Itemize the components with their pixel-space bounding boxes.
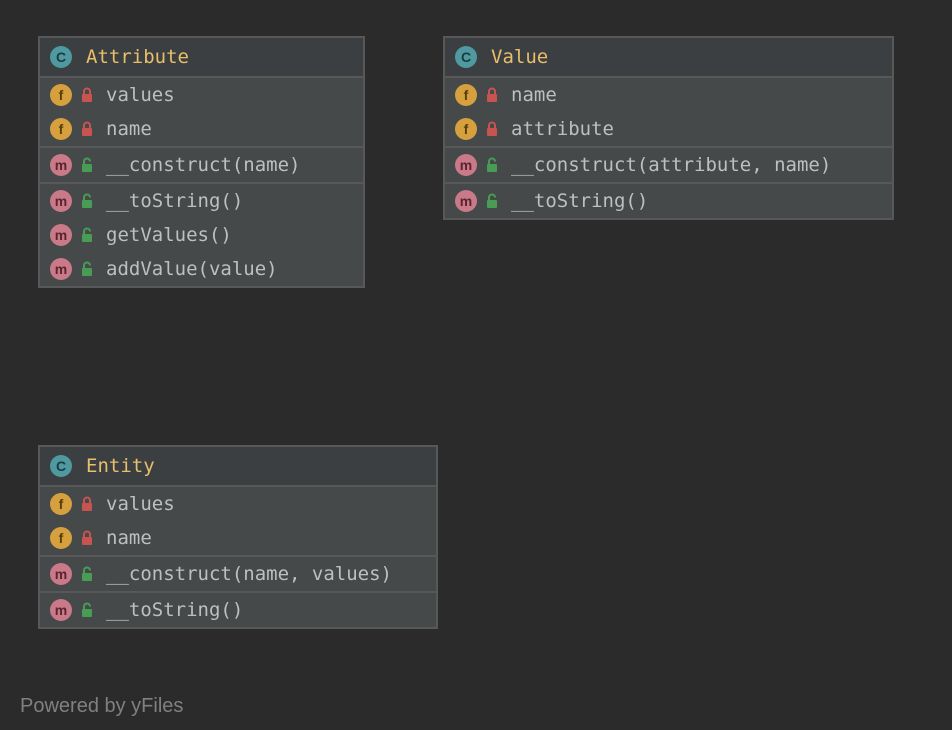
methods-section: m __toString() (40, 593, 436, 627)
class-box-value: CValuefnamefattributem__construct(attrib… (443, 36, 894, 220)
field-row: f name (40, 112, 363, 146)
class-icon: C (50, 46, 72, 68)
member-label: __toString() (511, 190, 648, 212)
methods-section: m__toString()mgetValues()maddValue(value… (40, 184, 363, 286)
lock-icon (80, 495, 96, 513)
member-label: __toString() (106, 599, 243, 621)
class-header: C Attribute (40, 38, 363, 78)
unlock-icon (80, 260, 96, 278)
field-icon: f (455, 84, 477, 106)
fields-section: f values f name (40, 78, 363, 148)
class-icon: C (455, 46, 477, 68)
methods-section: m __construct(attribute, name) (445, 148, 892, 184)
member-label: name (511, 84, 557, 106)
member-label: values (106, 84, 175, 106)
method-icon: m (50, 563, 72, 585)
member-label: addValue(value) (106, 258, 278, 280)
unlock-icon (80, 192, 96, 210)
member-label: getValues() (106, 224, 232, 246)
fields-section: f values f name (40, 487, 436, 557)
unlock-icon (485, 156, 501, 174)
lock-icon (80, 120, 96, 138)
class-box-attribute: C Attribute f values f name m __construct(name)… (38, 36, 365, 288)
field-icon: f (50, 527, 72, 549)
unlock-icon (80, 565, 96, 583)
class-header: C Value (445, 38, 892, 78)
field-icon: f (50, 84, 72, 106)
class-box-entity: CEntityfvaluesfnamem__construct(name, va… (38, 445, 438, 629)
method-row: m __toString() (40, 184, 363, 218)
method-icon: m (50, 599, 72, 621)
member-label: __construct(attribute, name) (511, 154, 831, 176)
field-row: f attribute (445, 112, 892, 146)
member-label: name (106, 118, 152, 140)
field-icon: f (50, 118, 72, 140)
field-icon: f (455, 118, 477, 140)
lock-icon (80, 529, 96, 547)
method-row: m __construct(name, values) (40, 557, 436, 591)
method-row: m __construct(attribute, name) (445, 148, 892, 182)
lock-icon (80, 86, 96, 104)
fields-section: f name f attribute (445, 78, 892, 148)
member-label: attribute (511, 118, 614, 140)
unlock-icon (80, 601, 96, 619)
method-icon: m (50, 190, 72, 212)
unlock-icon (80, 226, 96, 244)
class-title: Value (491, 46, 548, 68)
class-icon: C (50, 455, 72, 477)
method-row: m __toString() (40, 593, 436, 627)
member-label: __construct(name, values) (106, 563, 392, 585)
field-icon: f (50, 493, 72, 515)
method-row: m __toString() (445, 184, 892, 218)
methods-section: m __toString() (445, 184, 892, 218)
unlock-icon (80, 156, 96, 174)
method-icon: m (455, 154, 477, 176)
method-row: m getValues() (40, 218, 363, 252)
method-row: m addValue(value) (40, 252, 363, 286)
method-icon: m (50, 154, 72, 176)
lock-icon (485, 120, 501, 138)
methods-section: m __construct(name) (40, 148, 363, 184)
field-row: f values (40, 487, 436, 521)
field-row: f values (40, 78, 363, 112)
class-title: Attribute (86, 46, 189, 68)
method-row: m __construct(name) (40, 148, 363, 182)
field-row: f name (445, 78, 892, 112)
methods-section: m __construct(name, values) (40, 557, 436, 593)
member-label: name (106, 527, 152, 549)
class-header: C Entity (40, 447, 436, 487)
member-label: __toString() (106, 190, 243, 212)
unlock-icon (485, 192, 501, 210)
member-label: __construct(name) (106, 154, 300, 176)
lock-icon (485, 86, 501, 104)
method-icon: m (50, 258, 72, 280)
class-title: Entity (86, 455, 155, 477)
method-icon: m (455, 190, 477, 212)
powered-by-label: Powered by yFiles (20, 695, 183, 718)
method-icon: m (50, 224, 72, 246)
member-label: values (106, 493, 175, 515)
field-row: f name (40, 521, 436, 555)
